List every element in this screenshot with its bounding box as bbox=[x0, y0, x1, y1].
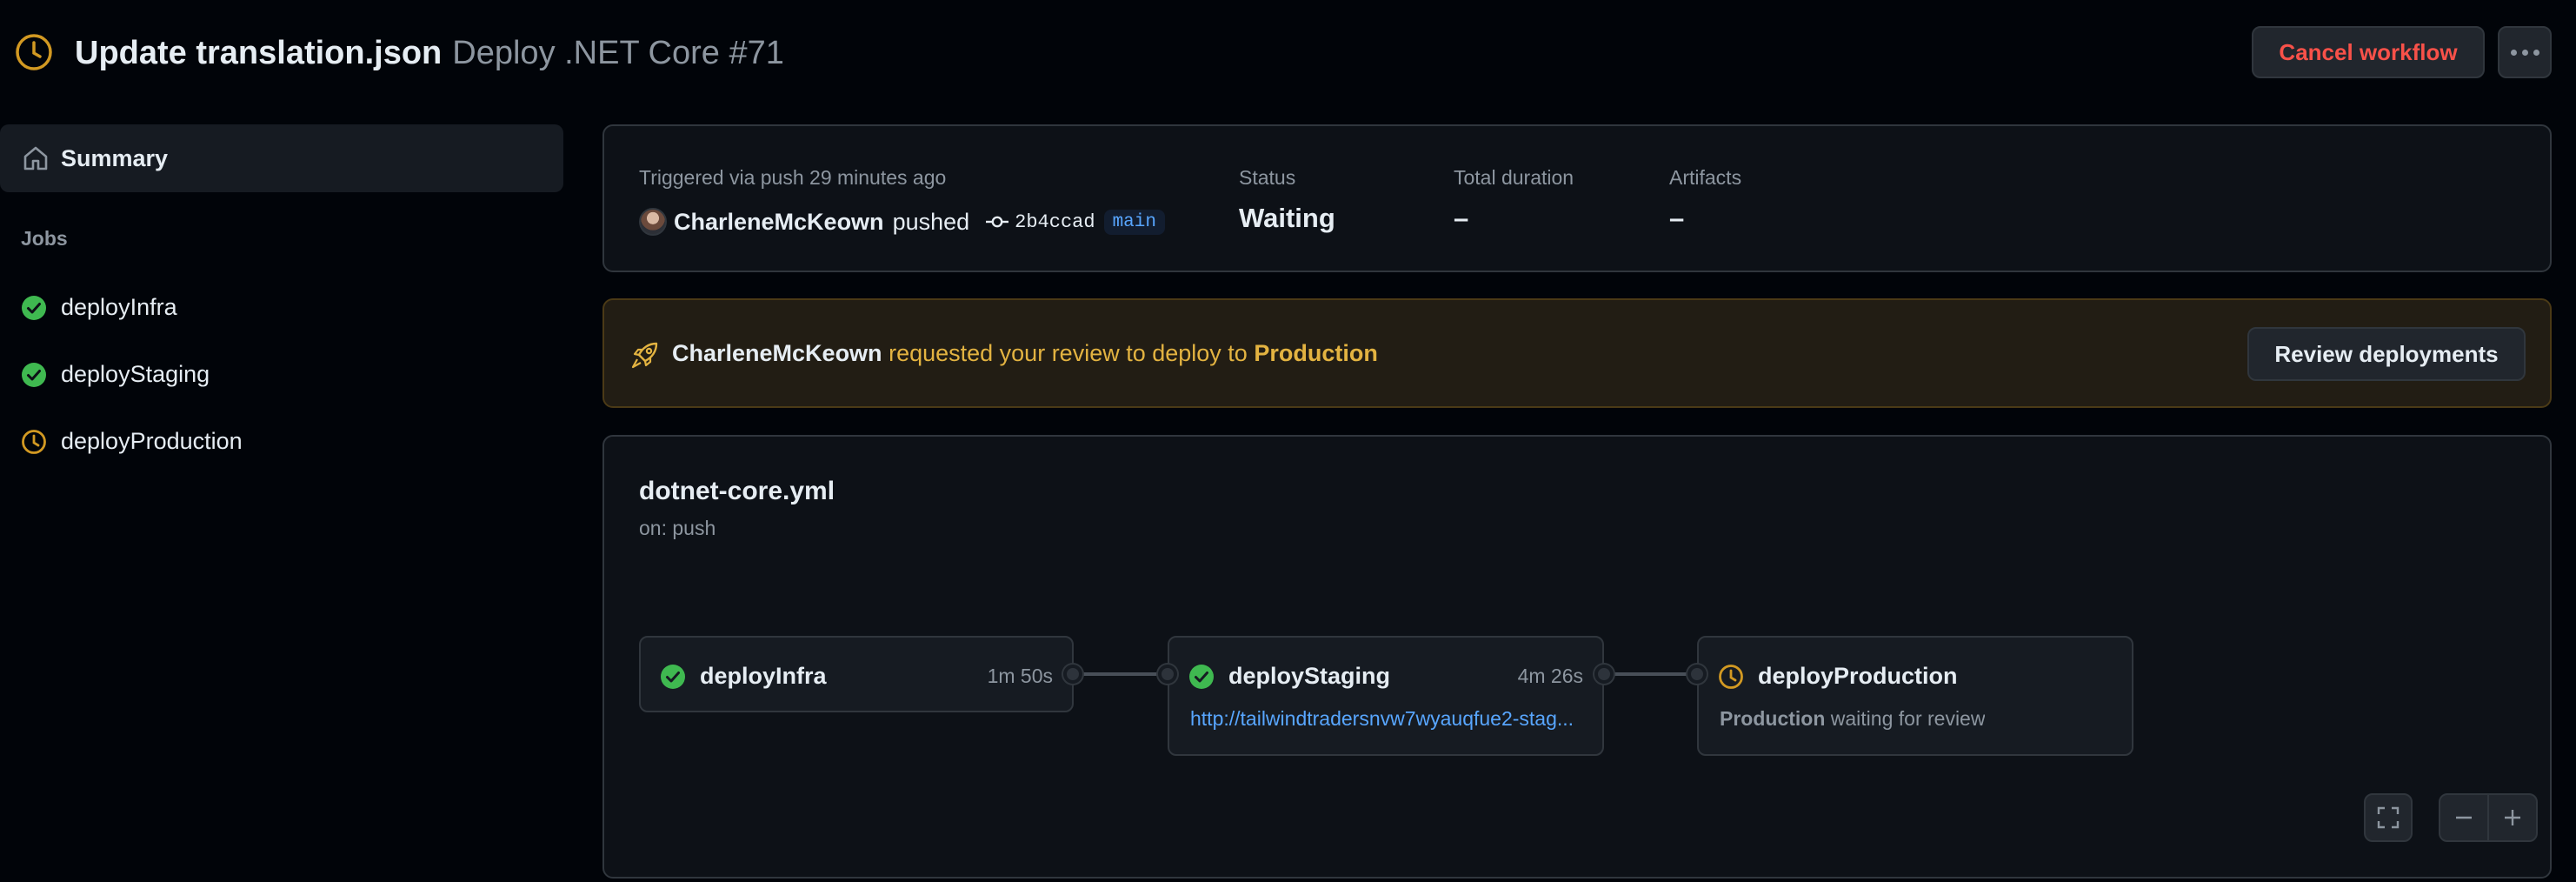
node-connector-dot bbox=[1158, 665, 1177, 684]
graph-connector bbox=[1604, 672, 1700, 676]
fullscreen-icon bbox=[2377, 806, 2400, 829]
graph-node-deployproduction[interactable]: deployProduction Production waiting for … bbox=[1697, 636, 2133, 756]
graph-node-deployinfra[interactable]: deployInfra 1m 50s bbox=[639, 636, 1074, 712]
run-summary-panel: Triggered via push 29 minutes ago Charle… bbox=[602, 124, 2552, 272]
waiting-environment: Production bbox=[1720, 707, 1826, 730]
clock-icon bbox=[16, 34, 52, 70]
avatar[interactable] bbox=[639, 208, 667, 236]
artifacts-label: Artifacts bbox=[1669, 166, 1742, 189]
review-environment: Production bbox=[1254, 340, 1378, 366]
sidebar-item-deployproduction[interactable]: deployProduction bbox=[0, 416, 563, 466]
check-circle-icon bbox=[22, 296, 46, 320]
sidebar-item-label: Summary bbox=[61, 145, 169, 171]
actor-link[interactable]: CharleneMcKeown bbox=[674, 209, 884, 236]
kebab-horizontal-icon bbox=[2510, 49, 2517, 56]
zoom-controls bbox=[2439, 793, 2538, 842]
plus-icon bbox=[2505, 810, 2520, 825]
node-connector-dot bbox=[1594, 665, 1614, 684]
status-label: Status bbox=[1239, 166, 1296, 189]
sidebar-item-label: deployProduction bbox=[61, 428, 243, 454]
job-name: deployProduction bbox=[1758, 663, 1958, 689]
run-subtitle: Deploy .NET Core #71 bbox=[452, 34, 784, 71]
review-banner: CharleneMcKeown requested your review to… bbox=[602, 298, 2552, 408]
node-connector-dot bbox=[1063, 665, 1082, 684]
review-message: CharleneMcKeown requested your review to… bbox=[672, 338, 1378, 368]
more-options-button[interactable] bbox=[2498, 26, 2552, 78]
sidebar-item-summary[interactable]: Summary bbox=[0, 124, 563, 192]
sidebar-item-deploystaging[interactable]: deployStaging bbox=[0, 349, 563, 399]
clock-icon bbox=[22, 430, 46, 454]
graph-node-deploystaging[interactable]: deployStaging 4m 26s http://tailwindtrad… bbox=[1168, 636, 1604, 756]
fullscreen-button[interactable] bbox=[2364, 793, 2413, 842]
workflow-graph-panel: dotnet-core.yml on: push deployInfra 1m … bbox=[602, 435, 2552, 879]
waiting-message: Production waiting for review bbox=[1720, 705, 1985, 732]
workflow-trigger: on: push bbox=[639, 517, 716, 539]
sidebar-item-label: deployStaging bbox=[61, 361, 210, 387]
run-title: Update translation.json bbox=[75, 34, 443, 71]
git-commit-icon bbox=[986, 216, 1009, 228]
trigger-action: pushed bbox=[892, 208, 970, 235]
branch-badge[interactable]: main bbox=[1103, 209, 1165, 235]
review-deployments-button[interactable]: Review deployments bbox=[2247, 327, 2526, 381]
check-circle-icon bbox=[22, 363, 46, 387]
review-message-text: requested your review to deploy to bbox=[889, 340, 1248, 366]
job-name: deployInfra bbox=[700, 663, 827, 689]
job-duration: 4m 26s bbox=[1517, 665, 1583, 687]
duration-label: Total duration bbox=[1454, 166, 1574, 189]
page-title: Update translation.json Deploy .NET Core… bbox=[75, 31, 784, 75]
trigger-info: CharleneMcKeown pushed 2b4ccad main bbox=[639, 204, 1165, 239]
status-value: Waiting bbox=[1239, 203, 1335, 233]
zoom-out-button[interactable] bbox=[2440, 795, 2487, 840]
sidebar-item-label: deployInfra bbox=[61, 294, 177, 320]
rocket-icon bbox=[631, 342, 658, 369]
review-requester[interactable]: CharleneMcKeown bbox=[672, 340, 882, 366]
commit-link[interactable]: 2b4ccad bbox=[1015, 211, 1095, 233]
check-circle-icon bbox=[661, 665, 685, 689]
jobs-heading: Jobs bbox=[21, 227, 68, 250]
artifacts-value: – bbox=[1669, 203, 1685, 233]
job-duration: 1m 50s bbox=[987, 665, 1053, 687]
clock-icon bbox=[1719, 665, 1743, 689]
waiting-text: waiting for review bbox=[1830, 707, 1986, 730]
zoom-in-button[interactable] bbox=[2487, 795, 2536, 840]
home-icon bbox=[23, 146, 48, 170]
environment-url-link[interactable]: http://tailwindtradersnvw7wyauqfue2-stag… bbox=[1190, 705, 1587, 732]
node-connector-dot bbox=[1687, 665, 1707, 684]
cancel-workflow-button[interactable]: Cancel workflow bbox=[2252, 26, 2485, 78]
triggered-label: Triggered via push 29 minutes ago bbox=[639, 166, 947, 189]
minus-icon bbox=[2456, 816, 2472, 819]
check-circle-icon bbox=[1189, 665, 1214, 689]
sidebar-item-deployinfra[interactable]: deployInfra bbox=[0, 282, 563, 332]
graph-connector bbox=[1074, 672, 1169, 676]
job-name: deployStaging bbox=[1228, 663, 1391, 689]
workflow-file-name: dotnet-core.yml bbox=[639, 477, 835, 505]
duration-value: – bbox=[1454, 203, 1469, 233]
